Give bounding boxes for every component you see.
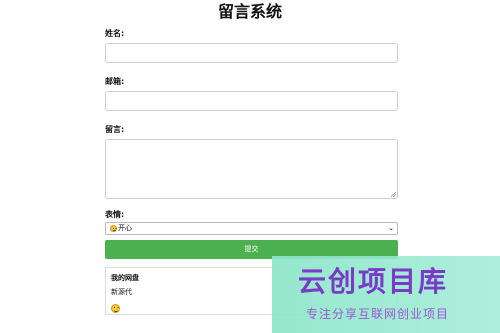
smiley-emoji-icon bbox=[110, 225, 117, 232]
mood-select[interactable]: 开心 ⌄ bbox=[105, 222, 398, 235]
message-textarea[interactable] bbox=[105, 139, 398, 199]
message-label: 留言: bbox=[105, 125, 125, 134]
email-input[interactable] bbox=[105, 91, 398, 111]
mood-label: 表情: bbox=[105, 210, 125, 219]
watermark-sub-text: 专注分享互联网创业项目 bbox=[306, 307, 450, 321]
smiley-emoji-icon bbox=[111, 304, 120, 313]
watermark-main-text: 云创项目库 bbox=[298, 265, 449, 298]
page-title: 留言系统 bbox=[217, 2, 282, 21]
resize-handle-icon[interactable] bbox=[391, 192, 396, 197]
chevron-down-icon: ⌄ bbox=[388, 224, 394, 232]
message-item-emoji bbox=[111, 298, 120, 313]
watermark-overlay: 云创项目库 专注分享互联网创业项目 bbox=[272, 256, 500, 333]
mood-selected-text: 开心 bbox=[118, 224, 132, 232]
email-label: 邮箱: bbox=[105, 77, 125, 86]
name-input[interactable] bbox=[105, 43, 398, 63]
page: 留言系统 姓名: 邮箱: 留言: 表情: 开心 ⌄ 提交 我的网盘 新源代 云创… bbox=[0, 0, 500, 333]
name-label: 姓名: bbox=[105, 29, 125, 38]
